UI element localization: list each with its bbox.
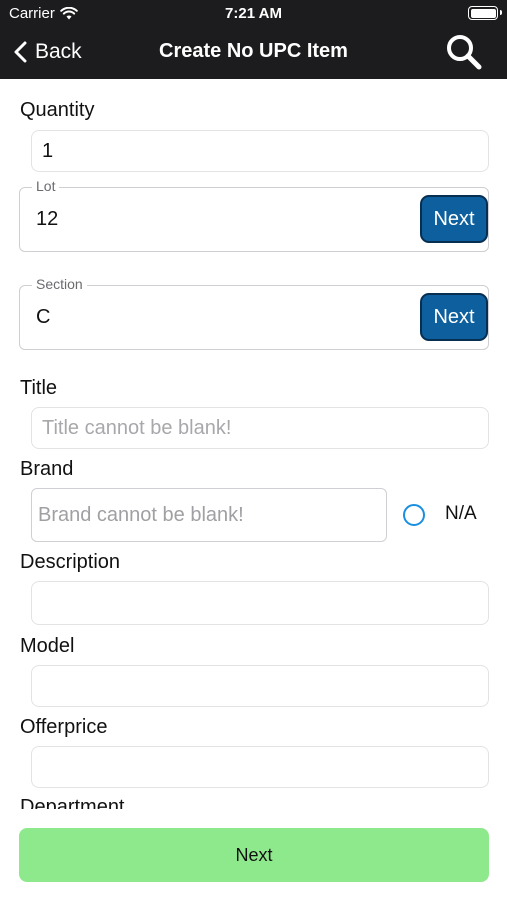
navigation-header: Carrier 7:21 AM Back Create No UPC Item [0,0,507,79]
title-label: Title [20,377,58,399]
title-placeholder: Title cannot be blank! [42,416,232,439]
brand-label: Brand [20,458,74,480]
brand-placeholder: Brand cannot be blank! [38,503,244,526]
section-field[interactable]: Section C Next [19,276,489,350]
quantity-value: 1 [42,139,54,162]
lot-value: 12 [36,208,59,230]
description-input[interactable] [31,581,489,625]
lot-field[interactable]: Lot 12 Next [19,178,489,252]
model-label: Model [20,635,75,657]
page-title: Create No UPC Item [159,40,348,62]
status-time: 7:21 AM [225,5,282,22]
quantity-label: Quantity [20,99,95,121]
search-icon [447,35,482,70]
title-input[interactable]: Title cannot be blank! [31,407,489,449]
na-radio-button[interactable] [403,504,425,526]
next-button[interactable]: Next [19,828,489,882]
quantity-input[interactable]: 1 [31,130,489,172]
na-label: N/A [445,503,477,524]
offerprice-input[interactable] [31,746,489,788]
section-next-button[interactable]: Next [420,293,488,341]
offerprice-label: Offerprice [20,716,108,738]
department-label: Department [20,796,125,809]
battery-icon [468,6,502,20]
lot-legend: Lot [32,178,60,194]
section-legend: Section [32,276,87,292]
model-input[interactable] [31,665,489,707]
description-label: Description [20,551,121,573]
brand-input[interactable]: Brand cannot be blank! [31,488,387,542]
form-scroll-area[interactable]: Quantity 1 Lot 12 Next Section C Next Ti… [0,79,507,809]
section-value: C [36,306,51,328]
lot-next-button[interactable]: Next [420,195,488,243]
search-button[interactable] [445,33,483,71]
